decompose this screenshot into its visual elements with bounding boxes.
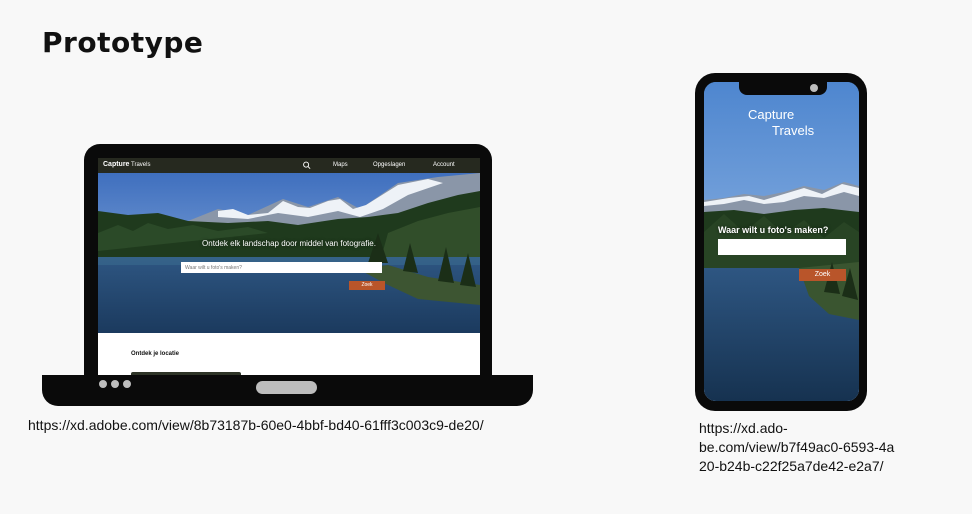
laptop-dot: [111, 380, 119, 388]
hero-image: Ontdek elk landschap door middel van fot…: [98, 173, 480, 333]
hero-headline: Ontdek elk landschap door middel van fot…: [202, 239, 376, 248]
desktop-logo-main: Capture: [103, 161, 130, 168]
search-button[interactable]: Zoek: [349, 281, 385, 290]
desktop-logo-sub: Travels: [131, 162, 151, 168]
mobile-logo-line1: Capture: [748, 107, 795, 122]
desktop-nav-bar: Capture Travels Maps Opgeslagen Account: [98, 158, 480, 173]
camera-icon: [810, 84, 818, 92]
nav-item-account[interactable]: Account: [433, 162, 455, 168]
nav-item-maps[interactable]: Maps: [333, 162, 348, 168]
nav-item-opgeslagen[interactable]: Opgeslagen: [373, 162, 405, 168]
laptop-trackpad: [256, 381, 317, 394]
mobile-url-line: https://xd.ado-: [699, 420, 788, 436]
search-icon[interactable]: [302, 161, 312, 170]
desktop-prototype-url[interactable]: https://xd.adobe.com/view/8b73187b-60e0-…: [28, 417, 484, 433]
mobile-prototype-url[interactable]: https://xd.ado- be.com/view/b7f49ac0-659…: [699, 419, 929, 476]
mobile-search-button[interactable]: Zoek: [799, 269, 846, 281]
desktop-logo[interactable]: Capture Travels: [103, 161, 150, 168]
desktop-prototype-screen: Capture Travels Maps Opgeslagen Account: [98, 158, 480, 376]
mobile-url-line: be.com/view/b7f49ac0-6593-4a: [699, 439, 895, 455]
mobile-search-question: Waar wilt u foto's maken?: [718, 225, 829, 235]
page-title: Prototype: [42, 26, 204, 59]
mobile-url-line: 20-b24b-c22f25a7de42-e2a7/: [699, 458, 884, 474]
section-title: Ontdek je locatie: [131, 351, 180, 357]
mobile-search-input[interactable]: [718, 239, 846, 255]
mobile-logo-line2: Travels: [772, 123, 815, 138]
laptop-dot: [123, 380, 131, 388]
mobile-prototype-screen: Capture Travels Waar wilt u foto's maken…: [704, 82, 859, 401]
search-input[interactable]: [181, 262, 382, 273]
laptop-dot: [99, 380, 107, 388]
